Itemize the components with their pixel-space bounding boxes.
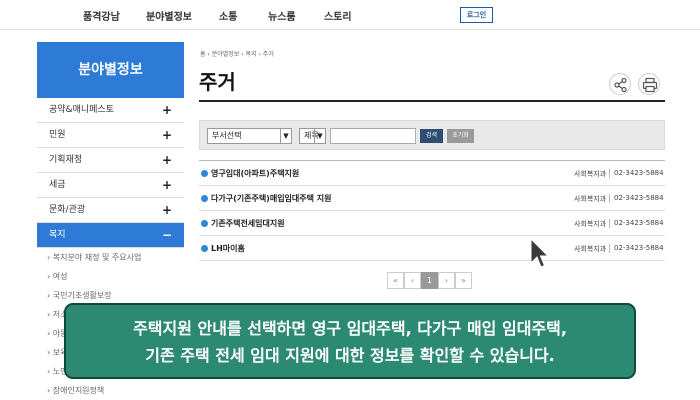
- sidebar-item-label: 민원: [49, 130, 66, 140]
- department-select-value: 부서선택: [212, 131, 242, 140]
- search-bar: 부서선택 ▼ 제목 ▼ 검색 초기화: [199, 120, 665, 150]
- chevron-down-icon: ▼: [280, 129, 291, 143]
- list-item-phone: 02-3423-5884: [614, 169, 664, 177]
- bullet-icon: [201, 195, 208, 202]
- plus-icon[interactable]: +: [162, 198, 172, 223]
- share-icon: [614, 77, 627, 93]
- last-page-button[interactable]: »: [455, 272, 472, 289]
- list-item-title[interactable]: LH마이홈: [211, 243, 245, 254]
- bullet-icon: [201, 170, 208, 177]
- search-input[interactable]: [330, 128, 416, 144]
- plus-icon[interactable]: +: [162, 123, 172, 148]
- sidebar-title: 분야별정보: [37, 42, 184, 98]
- first-page-button[interactable]: «: [387, 272, 404, 289]
- sidebar-item-tax[interactable]: 세금 +: [37, 173, 184, 198]
- divider: [609, 194, 610, 203]
- field-select[interactable]: 제목 ▼: [299, 128, 326, 144]
- sidebar-item-manifesto[interactable]: 공약&매니페스토 +: [37, 98, 184, 123]
- plus-icon[interactable]: +: [162, 173, 172, 198]
- list-item[interactable]: 영구임대(아파트)주택지원 사회복지과 02-3423-5884: [199, 161, 665, 186]
- divider: [609, 244, 610, 253]
- sidebar-subitem[interactable]: › 여성: [37, 267, 184, 286]
- sidebar-item-civil[interactable]: 민원 +: [37, 123, 184, 148]
- caption-line-1: 주택지원 안내를 선택하면 영구 임대주택, 다가구 매입 임대주택,: [133, 319, 567, 338]
- nav-item-newsroom[interactable]: 뉴스룸: [268, 8, 296, 23]
- list-item-dept: 사회복지과: [574, 245, 607, 253]
- sidebar-item-culture[interactable]: 문화/관광 +: [37, 198, 184, 223]
- sidebar-subitem[interactable]: › 복지분야 재정 및 주요사업: [37, 248, 184, 267]
- login-button[interactable]: 로그인: [460, 7, 493, 23]
- sidebar-item-label: 문화/관광: [49, 205, 86, 215]
- list-item-phone: 02-3423-5884: [614, 244, 664, 252]
- nav-item-communication[interactable]: 소통: [219, 8, 237, 23]
- subtitle-caption: 주택지원 안내를 선택하면 영구 임대주택, 다가구 매입 임대주택, 기존 주…: [64, 303, 636, 379]
- list-item-dept: 사회복지과: [574, 195, 607, 203]
- search-button[interactable]: 검색: [420, 129, 443, 143]
- page-1-button[interactable]: 1: [421, 272, 438, 289]
- print-icon: [642, 77, 658, 93]
- department-select[interactable]: 부서선택 ▼: [207, 128, 292, 144]
- top-navigation: 품격강남 분야별정보 소통 뉴스룸 스토리 로그인: [0, 0, 700, 30]
- share-button[interactable]: [609, 73, 631, 95]
- page-title: 주거: [199, 70, 236, 94]
- title-divider: [199, 100, 665, 102]
- sidebar-item-welfare[interactable]: 복지 −: [37, 223, 184, 248]
- list-item-title[interactable]: 영구임대(아파트)주택지원: [211, 168, 299, 179]
- nav-item-gangnam[interactable]: 품격강남: [83, 8, 120, 23]
- list-item-phone: 02-3423-5884: [614, 219, 664, 227]
- mouse-cursor-icon: [530, 238, 550, 268]
- list-item-title[interactable]: 기존주택전세임대지원: [211, 218, 285, 229]
- list-item[interactable]: 다가구(기존주택)매입임대주택 지원 사회복지과 02-3423-5884: [199, 186, 665, 211]
- caption-line-2: 기존 주택 전세 임대 지원에 대한 정보를 확인할 수 있습니다.: [145, 346, 555, 365]
- minus-icon[interactable]: −: [162, 223, 172, 248]
- sidebar-subitem[interactable]: › 장애인지원정책: [37, 381, 184, 400]
- plus-icon[interactable]: +: [162, 98, 172, 123]
- list-item-dept: 사회복지과: [574, 220, 607, 228]
- bullet-icon: [201, 220, 208, 227]
- list-item[interactable]: LH마이홈 사회복지과 02-3423-5884: [199, 236, 665, 261]
- sidebar-item-label: 공약&매니페스토: [49, 105, 114, 115]
- nav-item-field-info[interactable]: 분야별정보: [146, 8, 192, 23]
- nav-item-story[interactable]: 스토리: [324, 8, 352, 23]
- list-item[interactable]: 기존주택전세임대지원 사회복지과 02-3423-5884: [199, 211, 665, 236]
- chevron-down-icon: ▼: [314, 129, 325, 143]
- print-button[interactable]: [638, 73, 660, 95]
- reset-button[interactable]: 초기화: [447, 129, 474, 143]
- divider: [609, 219, 610, 228]
- housing-list: 영구임대(아파트)주택지원 사회복지과 02-3423-5884 다가구(기존주…: [199, 160, 665, 261]
- bullet-icon: [201, 245, 208, 252]
- prev-page-button[interactable]: ‹: [404, 272, 421, 289]
- next-page-button[interactable]: ›: [438, 272, 455, 289]
- divider: [609, 169, 610, 178]
- plus-icon[interactable]: +: [162, 148, 172, 173]
- sidebar-item-planning[interactable]: 기획재정 +: [37, 148, 184, 173]
- sidebar-item-label: 복지: [49, 230, 66, 240]
- breadcrumb: 홈 › 분야별정보 › 복지 › 주거: [200, 51, 274, 58]
- sidebar-item-label: 세금: [49, 180, 66, 190]
- sidebar-item-label: 기획재정: [49, 155, 83, 165]
- list-item-title[interactable]: 다가구(기존주택)매입임대주택 지원: [211, 193, 332, 204]
- list-item-phone: 02-3423-5884: [614, 194, 664, 202]
- list-item-dept: 사회복지과: [574, 170, 607, 178]
